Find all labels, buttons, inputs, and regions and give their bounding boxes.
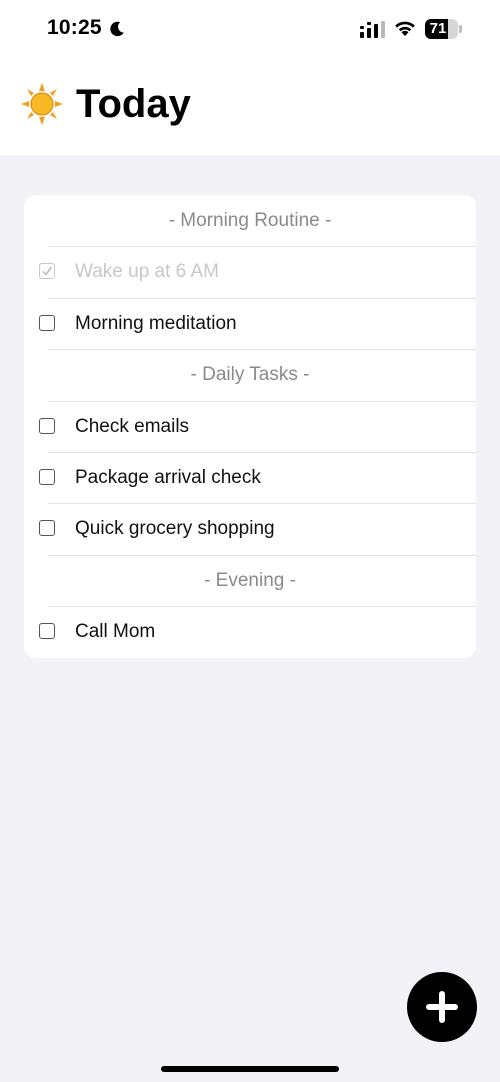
checkbox-checked[interactable] [39, 263, 55, 280]
home-indicator[interactable] [161, 1066, 339, 1072]
header: 10:25 71 Today [0, 0, 500, 155]
task-label: Package arrival check [75, 466, 261, 488]
task-row-package-arrival[interactable]: Package arrival check [24, 451, 476, 503]
section-header-morning-routine: - Morning Routine - [168, 210, 332, 231]
task-label: Quick grocery shopping [75, 518, 275, 540]
checkbox[interactable] [39, 314, 55, 331]
task-label: Check emails [75, 415, 190, 437]
battery-level: 71 [429, 20, 447, 37]
checkbox[interactable] [39, 417, 55, 434]
task-row-grocery-shopping[interactable]: Quick grocery shopping [24, 503, 476, 554]
checkbox[interactable] [39, 468, 55, 485]
task-label: Morning meditation [75, 312, 237, 334]
battery-body: 71 [425, 19, 458, 39]
section-header-evening: - Evening - [24, 554, 476, 606]
task-label: Wake up at 6 AM [75, 261, 219, 283]
task-row-morning-meditation[interactable]: Morning meditation [24, 297, 476, 349]
task-label: Call Mom [75, 621, 156, 643]
checkmark-icon [42, 266, 53, 277]
battery-icon: 71 [425, 19, 463, 39]
wifi-icon [395, 21, 415, 36]
checkbox[interactable] [39, 623, 55, 640]
battery-tip [459, 25, 462, 33]
task-list-card: - Morning Routine - Wake up at 6 AM Morn… [24, 195, 476, 658]
checkbox[interactable] [39, 520, 55, 537]
sun-icon [21, 83, 63, 125]
task-row-wake-up[interactable]: Wake up at 6 AM [24, 246, 476, 297]
status-time: 10:25 [47, 16, 102, 39]
task-row-call-mom[interactable]: Call Mom [24, 606, 476, 657]
add-task-button[interactable] [407, 972, 477, 1042]
page-title: Today [76, 82, 191, 126]
task-row-check-emails[interactable]: Check emails [24, 400, 476, 452]
signal-icon [360, 21, 385, 38]
status-bar: 10:25 71 [0, 0, 500, 60]
plus-icon [426, 991, 458, 1023]
moon-icon [110, 21, 124, 37]
section-header-daily-tasks: - Daily Tasks - [24, 349, 476, 400]
